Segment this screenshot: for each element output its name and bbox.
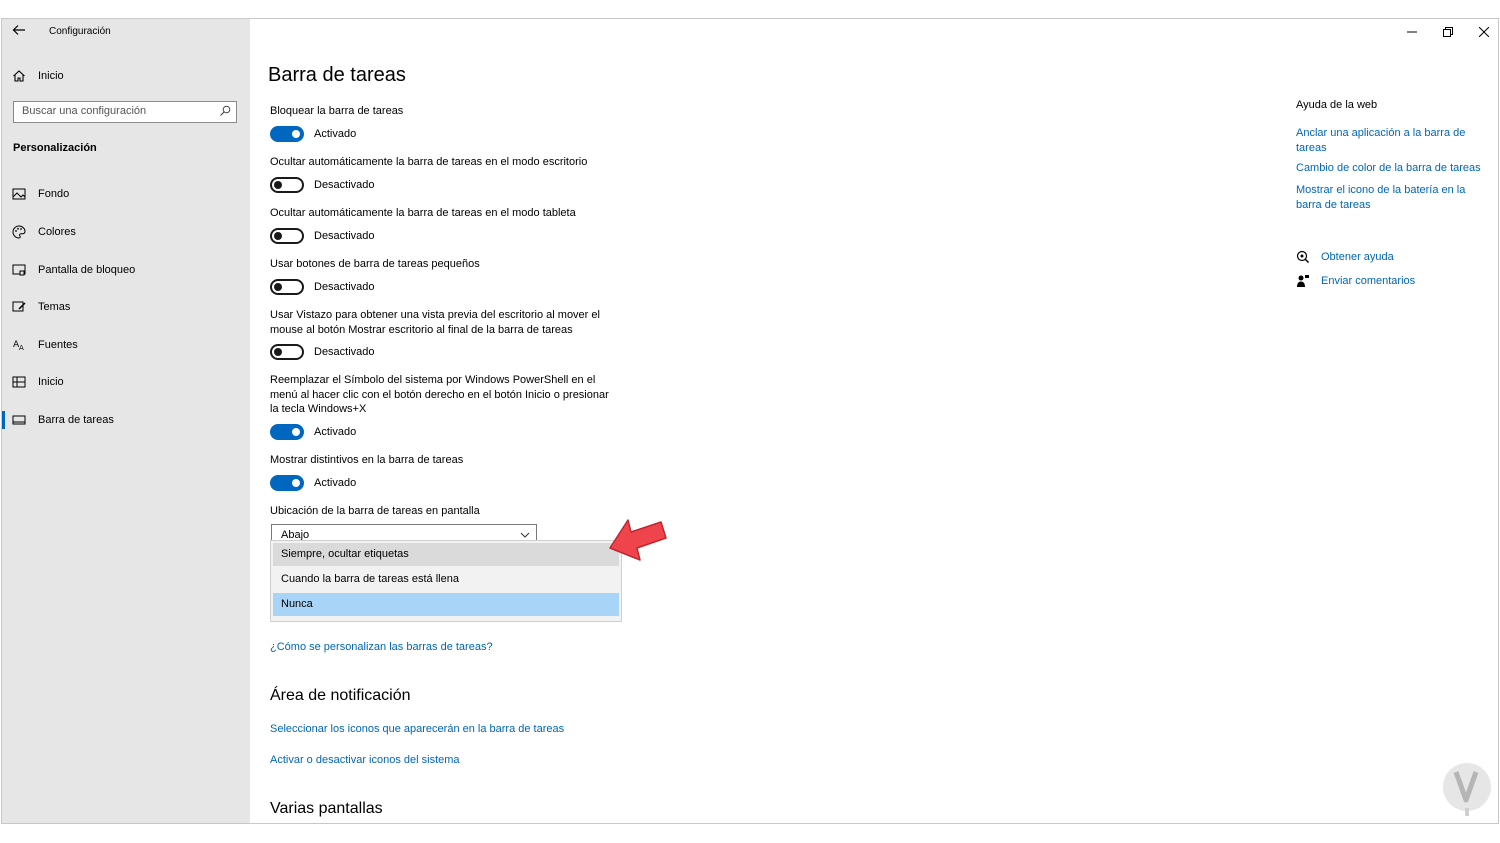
system-icons-link[interactable]: Activar o desactivar iconos del sistema bbox=[270, 753, 460, 768]
autohide-tablet-toggle[interactable] bbox=[270, 228, 304, 244]
section-title: Personalización bbox=[13, 142, 97, 154]
toggle-state: Desactivado bbox=[314, 281, 375, 293]
search-icon bbox=[220, 105, 231, 116]
search-placeholder: Buscar una configuración bbox=[22, 105, 147, 117]
multi-display-heading: Varias pantallas bbox=[270, 800, 383, 817]
minimize-button[interactable] bbox=[1394, 19, 1430, 45]
web-help-link[interactable]: Mostrar el icono de la batería en la bar… bbox=[1296, 183, 1476, 212]
minimize-icon bbox=[1407, 31, 1417, 33]
font-icon: AA bbox=[13, 340, 24, 352]
back-button[interactable] bbox=[12, 23, 30, 41]
sidebar-item-label: Inicio bbox=[38, 70, 64, 82]
badges-toggle[interactable] bbox=[270, 475, 304, 491]
sidebar-item-temas[interactable]: Temas bbox=[12, 296, 70, 318]
sidebar-item-label: Colores bbox=[38, 226, 76, 238]
notification-heading: Área de notificación bbox=[270, 687, 411, 704]
toggle-state: Activado bbox=[314, 426, 357, 438]
sidebar-item-barra-tareas[interactable]: Barra de tareas bbox=[12, 409, 114, 431]
setting-label: Bloquear la barra de tareas bbox=[270, 105, 404, 117]
restore-button[interactable] bbox=[1430, 19, 1466, 45]
settings-window: Configuración Inicio Buscar una configur… bbox=[1, 18, 1499, 824]
home-icon bbox=[13, 70, 25, 82]
lock-screen-icon bbox=[12, 264, 26, 276]
sidebar-item-label: Pantalla de bloqueo bbox=[38, 264, 136, 276]
brush-icon bbox=[12, 301, 26, 312]
toggle-state: Desactivado bbox=[314, 346, 375, 358]
option-label: Nunca bbox=[281, 598, 313, 610]
start-icon bbox=[12, 376, 26, 388]
sidebar-item-pantalla-bloqueo[interactable]: Pantalla de bloqueo bbox=[12, 259, 135, 281]
sidebar-item-label: Inicio bbox=[38, 376, 64, 388]
setting-label: Ocultar automáticamente la barra de tare… bbox=[270, 207, 576, 219]
toggle-state: Activado bbox=[314, 477, 357, 489]
app-title: Configuración bbox=[49, 26, 111, 37]
toggle-state: Activado bbox=[314, 128, 357, 140]
sidebar-item-label: Barra de tareas bbox=[38, 414, 114, 426]
peek-toggle[interactable] bbox=[270, 344, 304, 360]
sidebar-item-label: Temas bbox=[38, 301, 71, 313]
setting-label: Ocultar automáticamente la barra de tare… bbox=[270, 156, 588, 168]
dropdown-option[interactable]: Nunca bbox=[273, 593, 619, 616]
option-label: Siempre, ocultar etiquetas bbox=[281, 548, 409, 560]
back-arrow-icon bbox=[12, 25, 25, 35]
web-help-link[interactable]: Cambio de color de la barra de tareas bbox=[1296, 161, 1496, 176]
get-help-icon bbox=[1296, 250, 1310, 264]
close-button[interactable] bbox=[1466, 19, 1498, 45]
feedback-icon bbox=[1297, 275, 1309, 287]
image-icon bbox=[12, 188, 26, 200]
powershell-toggle[interactable] bbox=[270, 424, 304, 440]
lock-taskbar-toggle[interactable] bbox=[270, 126, 304, 142]
setting-label: Usar Vistazo para obtener una vista prev… bbox=[270, 309, 600, 336]
feedback-link[interactable]: Enviar comentarios bbox=[1321, 274, 1415, 289]
sidebar-item-inicio[interactable]: Inicio bbox=[12, 371, 64, 393]
search-input[interactable]: Buscar una configuración bbox=[13, 101, 237, 123]
option-label: Cuando la barra de tareas está llena bbox=[281, 573, 459, 585]
toggle-state: Desactivado bbox=[314, 230, 375, 242]
sidebar-item-home[interactable]: Inicio bbox=[12, 65, 64, 87]
sidebar-item-colores[interactable]: Colores bbox=[12, 221, 76, 243]
sidebar: Configuración Inicio Buscar una configur… bbox=[2, 19, 250, 823]
annotation-arrow-icon bbox=[609, 519, 667, 561]
sidebar-item-fuentes[interactable]: AA Fuentes bbox=[12, 334, 78, 356]
watermark-logo bbox=[1443, 763, 1491, 816]
combine-dropdown: Siempre, ocultar etiquetas Cuando la bar… bbox=[270, 540, 622, 622]
get-help-link[interactable]: Obtener ayuda bbox=[1321, 250, 1394, 265]
taskbar-icon bbox=[12, 415, 26, 425]
close-icon bbox=[1479, 27, 1489, 37]
taskbar-help-link[interactable]: ¿Cómo se personalizan las barras de tare… bbox=[270, 640, 493, 655]
active-indicator bbox=[2, 411, 5, 429]
restore-icon bbox=[1443, 27, 1453, 37]
toggle-state: Desactivado bbox=[314, 179, 375, 191]
setting-label: Mostrar distintivos en la barra de tarea… bbox=[270, 454, 464, 466]
palette-icon bbox=[12, 225, 26, 239]
setting-label: Usar botones de barra de tareas pequeños bbox=[270, 258, 480, 270]
autohide-desktop-toggle[interactable] bbox=[270, 177, 304, 193]
location-label: Ubicación de la barra de tareas en panta… bbox=[270, 505, 480, 517]
main-content: Barra de tareas Bloquear la barra de tar… bbox=[250, 19, 1498, 823]
chevron-down-icon bbox=[520, 532, 530, 538]
svg-text:A: A bbox=[19, 344, 24, 352]
small-buttons-toggle[interactable] bbox=[270, 279, 304, 295]
select-icons-link[interactable]: Seleccionar los iconos que aparecerán en… bbox=[270, 722, 564, 737]
dropdown-option[interactable]: Siempre, ocultar etiquetas bbox=[273, 543, 619, 566]
dropdown-option[interactable]: Cuando la barra de tareas está llena bbox=[273, 568, 619, 591]
setting-label: Reemplazar el Símbolo del sistema por Wi… bbox=[270, 374, 609, 415]
sidebar-item-label: Fondo bbox=[38, 188, 70, 200]
page-title: Barra de tareas bbox=[268, 64, 406, 86]
sidebar-item-fondo[interactable]: Fondo bbox=[12, 183, 69, 205]
sidebar-item-label: Fuentes bbox=[38, 339, 78, 351]
web-help-title: Ayuda de la web bbox=[1296, 99, 1378, 111]
web-help-link[interactable]: Anclar una aplicación a la barra de tare… bbox=[1296, 126, 1476, 155]
